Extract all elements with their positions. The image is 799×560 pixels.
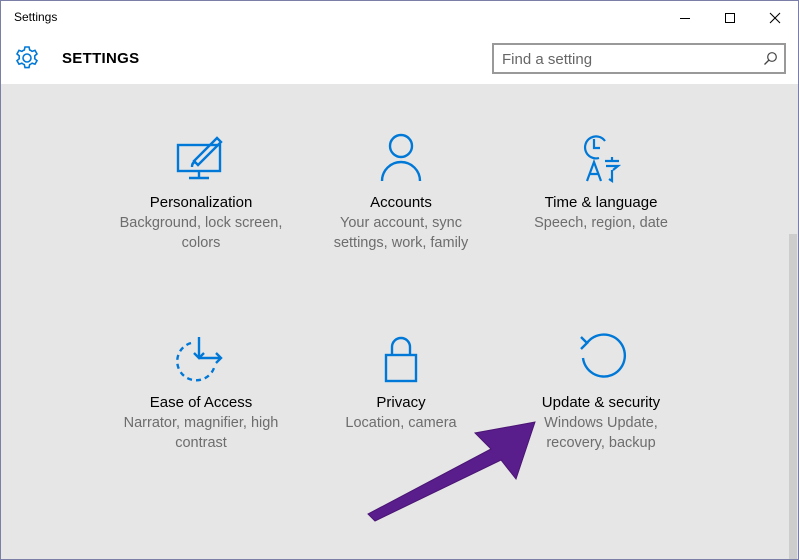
update-security-icon (580, 333, 627, 378)
tile-update-security[interactable]: Update & security Windows Update, recove… (511, 331, 691, 453)
tile-personalization[interactable]: Personalization Background, lock screen,… (111, 131, 291, 253)
time-language-icon (584, 135, 622, 184)
tile-ease-of-access[interactable]: Ease of Access Narrator, magnifier, high… (111, 331, 291, 453)
settings-window: Settings SETTINGS Find a setting Persona… (0, 0, 799, 560)
personalization-icon (176, 136, 223, 180)
minimize-icon (680, 17, 690, 19)
search-box[interactable] (492, 43, 786, 74)
tile-accounts[interactable]: Accounts Your account, sync settings, wo… (311, 131, 491, 253)
scrollbar[interactable] (787, 84, 798, 559)
tile-description: Your account, sync settings, work, famil… (333, 215, 469, 251)
privacy-icon (384, 336, 418, 383)
tile-time-language[interactable]: Time & language Speech, region, date (511, 131, 691, 233)
accounts-icon (380, 133, 422, 182)
tile-description: Narrator, magnifier, high contrast (123, 415, 279, 451)
title-bar[interactable]: Settings (1, 1, 798, 34)
page-title: SETTINGS (62, 50, 140, 67)
tile-name: Personalization (149, 194, 253, 211)
close-icon (769, 12, 781, 23)
tile-name: Accounts (370, 194, 432, 211)
minimize-button[interactable] (662, 1, 708, 34)
tile-name: Privacy (376, 394, 426, 411)
tile-description: Speech, region, date (534, 215, 668, 231)
close-button[interactable] (752, 1, 798, 34)
tile-description: Location, camera (345, 415, 457, 431)
settings-header: SETTINGS (1, 34, 798, 84)
search-input[interactable] (502, 49, 752, 69)
tile-description: Background, lock screen, colors (119, 215, 283, 251)
tile-name: Time & language (544, 194, 658, 211)
tile-name: Update & security (541, 394, 661, 411)
scroll-thumb[interactable] (789, 234, 797, 559)
settings-content: Personalization Background, lock screen,… (1, 84, 798, 559)
search-icon[interactable] (763, 51, 778, 66)
tile-description: Windows Update, recovery, backup (544, 415, 658, 451)
tile-name: Ease of Access (149, 394, 253, 411)
maximize-button[interactable] (707, 1, 753, 34)
tile-privacy[interactable]: Privacy Location, camera (311, 331, 491, 433)
maximize-icon (725, 12, 735, 23)
ease-of-access-icon (176, 337, 223, 382)
window-title: Settings (14, 10, 58, 24)
gear-icon (15, 46, 39, 69)
